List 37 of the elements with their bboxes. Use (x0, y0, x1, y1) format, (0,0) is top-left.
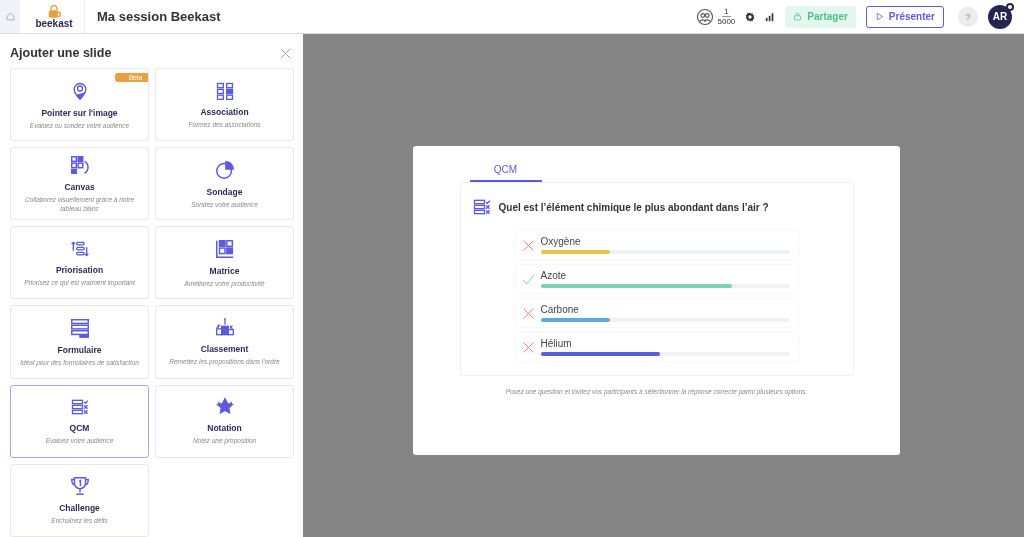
matrix-icon (213, 237, 236, 260)
settings-icon[interactable] (745, 11, 756, 22)
play-icon (874, 12, 884, 21)
card-title: Challenge (59, 503, 100, 514)
session-title: Ma session Beekast (97, 9, 222, 24)
card-title: Canvas (64, 182, 95, 193)
question-text: Quel est l’élément chimique le plus abondant dans l’air ? (498, 201, 769, 213)
sidebar-title: Ajouter une slide (10, 46, 112, 60)
participant-count: 1 (722, 7, 731, 17)
form-icon (68, 317, 91, 340)
preview-tab[interactable]: QCM (469, 160, 542, 182)
home-icon (5, 12, 15, 21)
bar-chart-icon[interactable] (765, 11, 776, 22)
card-title: Formulaire (57, 345, 102, 356)
logo-text: beekast (35, 18, 73, 29)
grid-pairs-icon (214, 80, 235, 101)
close-button[interactable] (280, 47, 291, 59)
option-label: Oxygène (540, 236, 582, 247)
option-label: Azote (540, 270, 568, 281)
trophy-icon (68, 475, 91, 498)
card-title: Notation (207, 423, 242, 434)
pie-chart-icon (213, 158, 236, 181)
participant-max: 5000 (717, 17, 736, 26)
user-avatar[interactable]: AR (988, 4, 1012, 29)
option-label: Hélium (540, 338, 573, 349)
card-title: Matrice (209, 265, 240, 276)
canvas-icon (68, 154, 91, 177)
card-title: Priorisation (55, 264, 104, 275)
present-button[interactable]: Présenter (865, 5, 944, 28)
card-title: Association (200, 106, 249, 117)
card-title: Pointer sur l'image (41, 107, 118, 118)
card-title: Classement (200, 344, 249, 355)
card-title: QCM (69, 423, 90, 434)
logo-icon (47, 4, 61, 19)
card-title: Sondage (206, 186, 243, 197)
lock-icon (793, 12, 803, 21)
option-label: Carbone (540, 304, 580, 315)
